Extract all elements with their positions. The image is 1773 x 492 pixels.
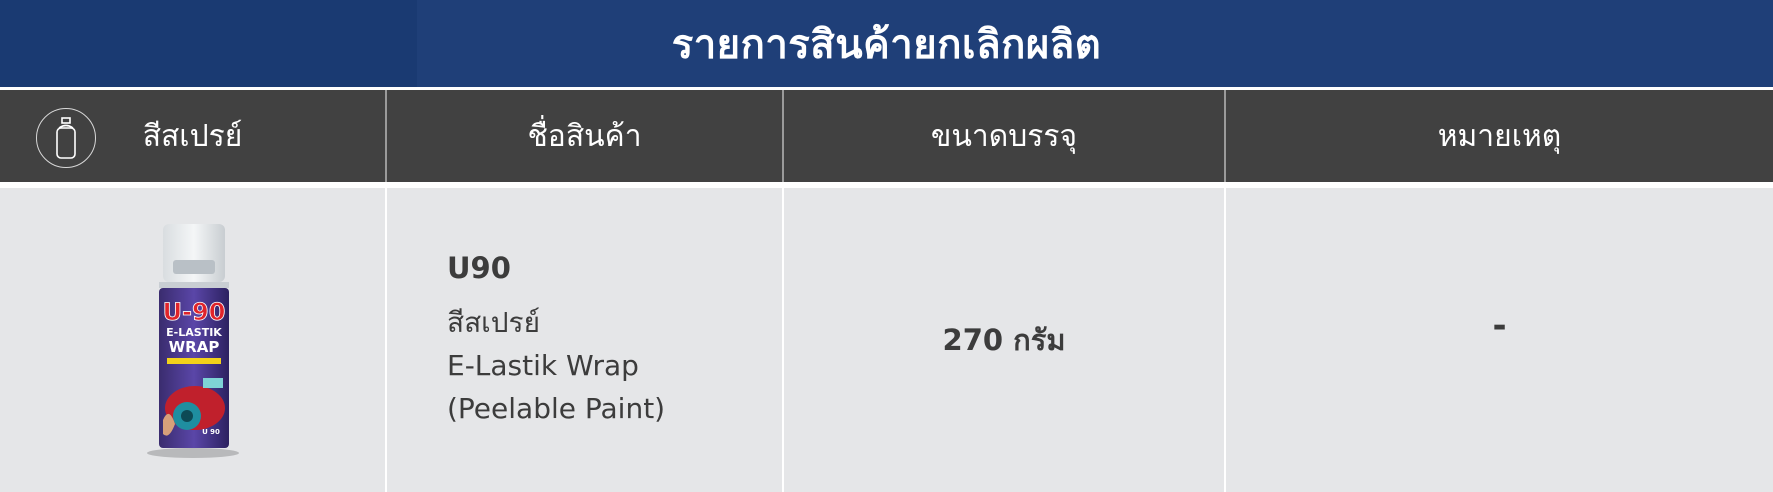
table-row: U-90 E-LASTIK WRAP U 90 U90 สีสเปรย์ E-L… — [0, 182, 1773, 492]
remarks-value: - — [1492, 306, 1507, 346]
spray-can-product-image: U-90 E-LASTIK WRAP U 90 — [146, 224, 239, 458]
can-brand-text: U-90 — [162, 298, 225, 326]
column-header-label: ขนาดบรรจุ — [930, 118, 1078, 154]
product-code: U90 — [447, 250, 511, 285]
package-size-cell: 270 กรัม — [782, 182, 1225, 492]
column-header-remarks: หมายเหตุ — [1224, 90, 1773, 185]
column-header-product-name: ชื่อสินค้า — [385, 90, 783, 185]
product-name-line: (Peelable Paint) — [447, 391, 666, 425]
table-header-row: สีสเปรย์ ชื่อสินค้า ขนาดบรรจุ หมายเหตุ — [0, 90, 1773, 185]
product-image-cell: U-90 E-LASTIK WRAP U 90 — [0, 182, 386, 492]
title-bar: รายการสินค้ายกเลิกผลิต — [0, 0, 1773, 87]
column-header-spray-paint: สีสเปรย์ — [0, 90, 386, 185]
discontinued-products-table: สีสเปรย์ ชื่อสินค้า ขนาดบรรจุ หมายเหตุ U… — [0, 90, 1773, 492]
column-header-label: ชื่อสินค้า — [527, 118, 642, 154]
product-name-line: สีสเปรย์ — [447, 305, 540, 339]
page-title: รายการสินค้ายกเลิกผลิต — [671, 21, 1102, 68]
column-header-label: หมายเหตุ — [1437, 118, 1562, 154]
discontinued-products-page: รายการสินค้ายกเลิกผลิต สีสเปรย์ ชื่อสินค… — [0, 0, 1773, 492]
remarks-cell: - — [1224, 182, 1773, 492]
can-label-bottom-text: WRAP — [168, 338, 219, 356]
product-name-cell: U90 สีสเปรย์ E-Lastik Wrap (Peelable Pai… — [385, 182, 783, 492]
package-size-value: 270 กรัม — [942, 323, 1066, 357]
column-header-label: สีสเปรย์ — [142, 118, 243, 154]
can-code-text: U 90 — [202, 428, 220, 436]
column-header-package-size: ขนาดบรรจุ — [782, 90, 1225, 185]
product-name-line: E-Lastik Wrap — [447, 348, 639, 382]
title-bar-shade — [0, 0, 417, 87]
spray-can-icon — [36, 108, 96, 168]
